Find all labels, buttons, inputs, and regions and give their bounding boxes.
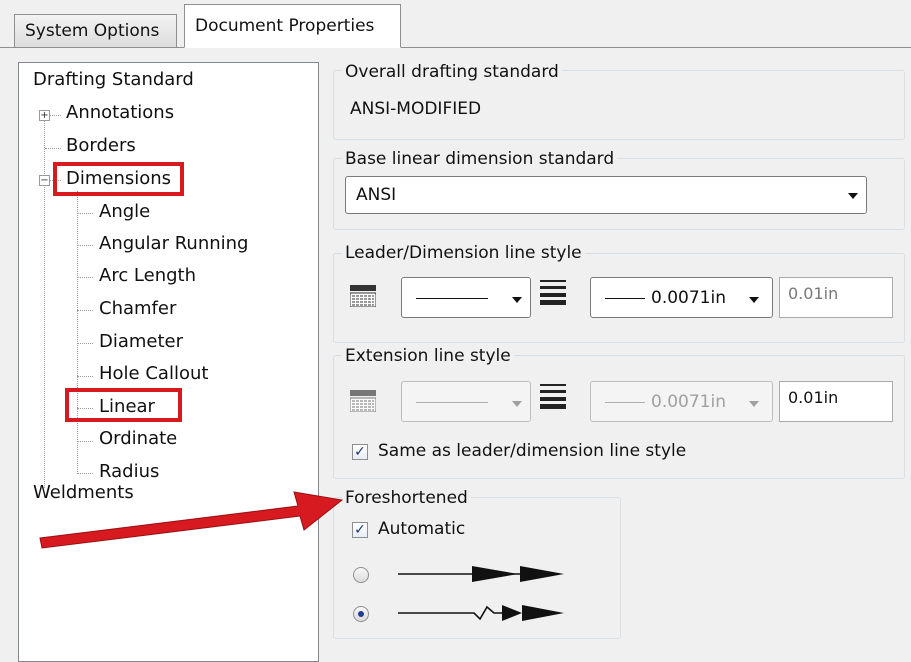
tree-connector <box>77 343 93 344</box>
tree-connector <box>77 277 93 278</box>
tab-document-properties[interactable]: Document Properties <box>184 4 401 48</box>
tree-item-ordinate[interactable]: Ordinate <box>99 428 177 449</box>
thickness-sample <box>605 298 645 299</box>
tree-item-chamfer[interactable]: Chamfer <box>99 298 176 319</box>
extension-thickness-value: 0.0071in <box>651 392 726 412</box>
foreshortened-option-1-radio[interactable] <box>353 567 369 583</box>
foreshortened-option-2-radio[interactable] <box>353 606 369 622</box>
extension-style-label: Extension line style <box>342 346 514 366</box>
line-thickness-icon <box>540 279 566 305</box>
tree-item-angle[interactable]: Angle <box>99 201 150 222</box>
automatic-checkbox[interactable]: ✓ <box>352 522 368 538</box>
overall-standard-value: ANSI-MODIFIED <box>350 99 482 119</box>
foreshortened-label: Foreshortened <box>342 488 471 508</box>
thickness-sample <box>605 402 645 403</box>
extension-thickness-dropdown[interactable]: 0.0071in <box>590 381 773 422</box>
line-thickness-icon <box>540 383 566 409</box>
collapse-icon[interactable]: − <box>39 175 50 186</box>
tree-item-drafting-standard[interactable]: Drafting Standard <box>33 69 194 90</box>
linear-highlight <box>65 388 182 422</box>
radio-icon <box>358 611 364 617</box>
same-as-leader-label[interactable]: Same as leader/dimension line style <box>378 441 686 461</box>
checkmark-icon: ✓ <box>354 522 366 538</box>
dimensions-highlight <box>53 162 184 196</box>
chevron-down-icon <box>512 297 522 303</box>
chevron-down-icon <box>848 193 858 199</box>
tree-item-arc-length[interactable]: Arc Length <box>99 265 196 286</box>
tree-item-borders[interactable]: Borders <box>66 135 136 156</box>
checkmark-icon: ✓ <box>354 444 366 460</box>
leader-thickness-value: 0.0071in <box>651 288 726 308</box>
tree-connector <box>45 148 61 149</box>
same-as-leader-checkbox[interactable]: ✓ <box>352 444 368 460</box>
tab-strip: System Options Document Properties <box>0 0 911 48</box>
leader-thickness-dropdown[interactable]: 0.0071in <box>590 277 773 318</box>
base-linear-value: ANSI <box>356 185 397 205</box>
tree-connector <box>77 191 78 474</box>
chevron-down-icon <box>749 401 759 407</box>
tree-connector <box>77 473 93 474</box>
options-tree: + − Drafting Standard Annotations Border… <box>18 62 319 662</box>
leader-style-label: Leader/Dimension line style <box>342 243 585 263</box>
tree-connector <box>77 376 93 377</box>
expand-icon[interactable]: + <box>39 110 50 121</box>
straight-arrow-icon <box>398 560 566 588</box>
tree-item-radius[interactable]: Radius <box>99 461 159 482</box>
tree-item-diameter[interactable]: Diameter <box>99 331 183 352</box>
extension-line-font-dropdown[interactable] <box>401 381 531 422</box>
annotation-arrow-icon <box>36 486 346 550</box>
line-font-icon <box>349 390 377 413</box>
tree-connector <box>77 213 93 214</box>
leader-custom-thickness-input[interactable]: 0.01in <box>779 277 893 318</box>
tab-system-options[interactable]: System Options <box>14 14 177 47</box>
line-font-sample <box>416 298 488 299</box>
leader-line-font-dropdown[interactable] <box>401 277 531 318</box>
line-font-icon <box>349 285 377 308</box>
tree-item-annotations[interactable]: Annotations <box>66 102 174 123</box>
tree-item-hole-callout[interactable]: Hole Callout <box>99 363 208 384</box>
tree-connector <box>77 310 93 311</box>
base-linear-label: Base linear dimension standard <box>342 149 618 169</box>
extension-custom-thickness-input[interactable]: 0.01in <box>779 381 893 422</box>
tree-connector <box>77 245 93 246</box>
base-linear-dropdown[interactable]: ANSI <box>345 176 867 214</box>
zigzag-arrow-icon <box>398 599 566 627</box>
tree-connector <box>77 441 93 442</box>
chevron-down-icon <box>512 401 522 407</box>
chevron-down-icon <box>749 297 759 303</box>
overall-standard-label: Overall drafting standard <box>342 62 562 82</box>
line-font-sample <box>416 402 488 403</box>
tree-item-angular-running[interactable]: Angular Running <box>99 233 248 254</box>
automatic-label[interactable]: Automatic <box>378 519 465 539</box>
